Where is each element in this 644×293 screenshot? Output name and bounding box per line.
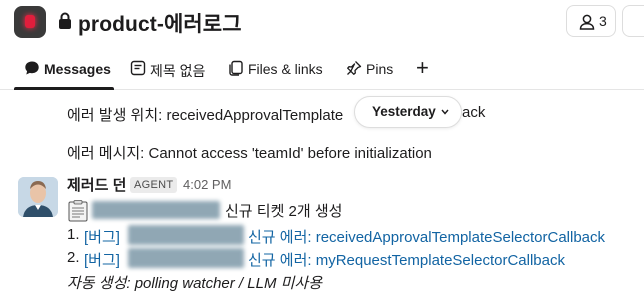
tab-label: 제목 없음 [150,63,206,79]
member-count: 3 [599,13,607,29]
app-icon[interactable] [14,6,46,38]
app-logo-mark [25,15,35,28]
canvas-doc-icon [130,60,146,76]
sender-name[interactable]: 제러드 던 [67,174,126,195]
ticket-link[interactable]: 신규 에러: myRequestTemplateSelectorCallback [248,249,565,270]
avatar[interactable] [18,177,58,217]
lock-icon [59,12,71,29]
redacted-text [128,225,244,245]
tab-label: Files & links [248,61,323,77]
members-button[interactable]: 3 [566,5,616,37]
ticket-link-tag[interactable]: [버그] [84,226,120,247]
more-actions-button[interactable] [622,5,644,37]
ticket-link-tag[interactable]: [버그] [84,249,120,270]
clipboard-icon [68,200,88,222]
message-bubble-icon [25,61,39,75]
chevron-down-icon [441,109,449,115]
error-location-text: 에러 발생 위치: receivedApprovalTemplate [67,107,344,124]
files-icon [229,60,243,76]
list-item-number: 1. [67,226,80,243]
pin-icon [347,61,362,75]
list-item-number: 2. [67,249,80,266]
person-icon [579,14,595,30]
message-timestamp[interactable]: 4:02 PM [183,177,231,192]
message-line-tail: ack [462,104,486,121]
message-line: 에러 발생 위치: receivedApprovalTemplate [67,104,343,125]
channel-header: product-에러로그 3 [0,0,644,46]
date-divider-button[interactable]: Yesterday [354,96,462,128]
active-tab-indicator [14,87,114,90]
add-tab-button[interactable]: + [416,57,429,79]
auto-generated-note: 자동 생성: polling watcher / LLM 미사용 [67,275,323,292]
redacted-text [92,201,220,219]
agent-badge: AGENT [130,177,178,193]
error-message-text: 에러 메시지: Cannot access 'teamId' before in… [67,145,432,162]
redacted-text [128,248,244,268]
avatar-portrait [18,177,58,217]
ticket-summary: 신규 티켓 2개 생성 [225,203,343,220]
ticket-link[interactable]: 신규 에러: receivedApprovalTemplateSelectorC… [248,226,605,247]
channel-title[interactable]: product-에러로그 [78,8,242,38]
date-divider-label: Yesterday [372,104,436,119]
channel-tabs: Messages 제목 없음 Files & links Pins + [0,46,644,90]
tab-label: Messages [44,61,111,77]
tab-label: Pins [366,61,394,77]
